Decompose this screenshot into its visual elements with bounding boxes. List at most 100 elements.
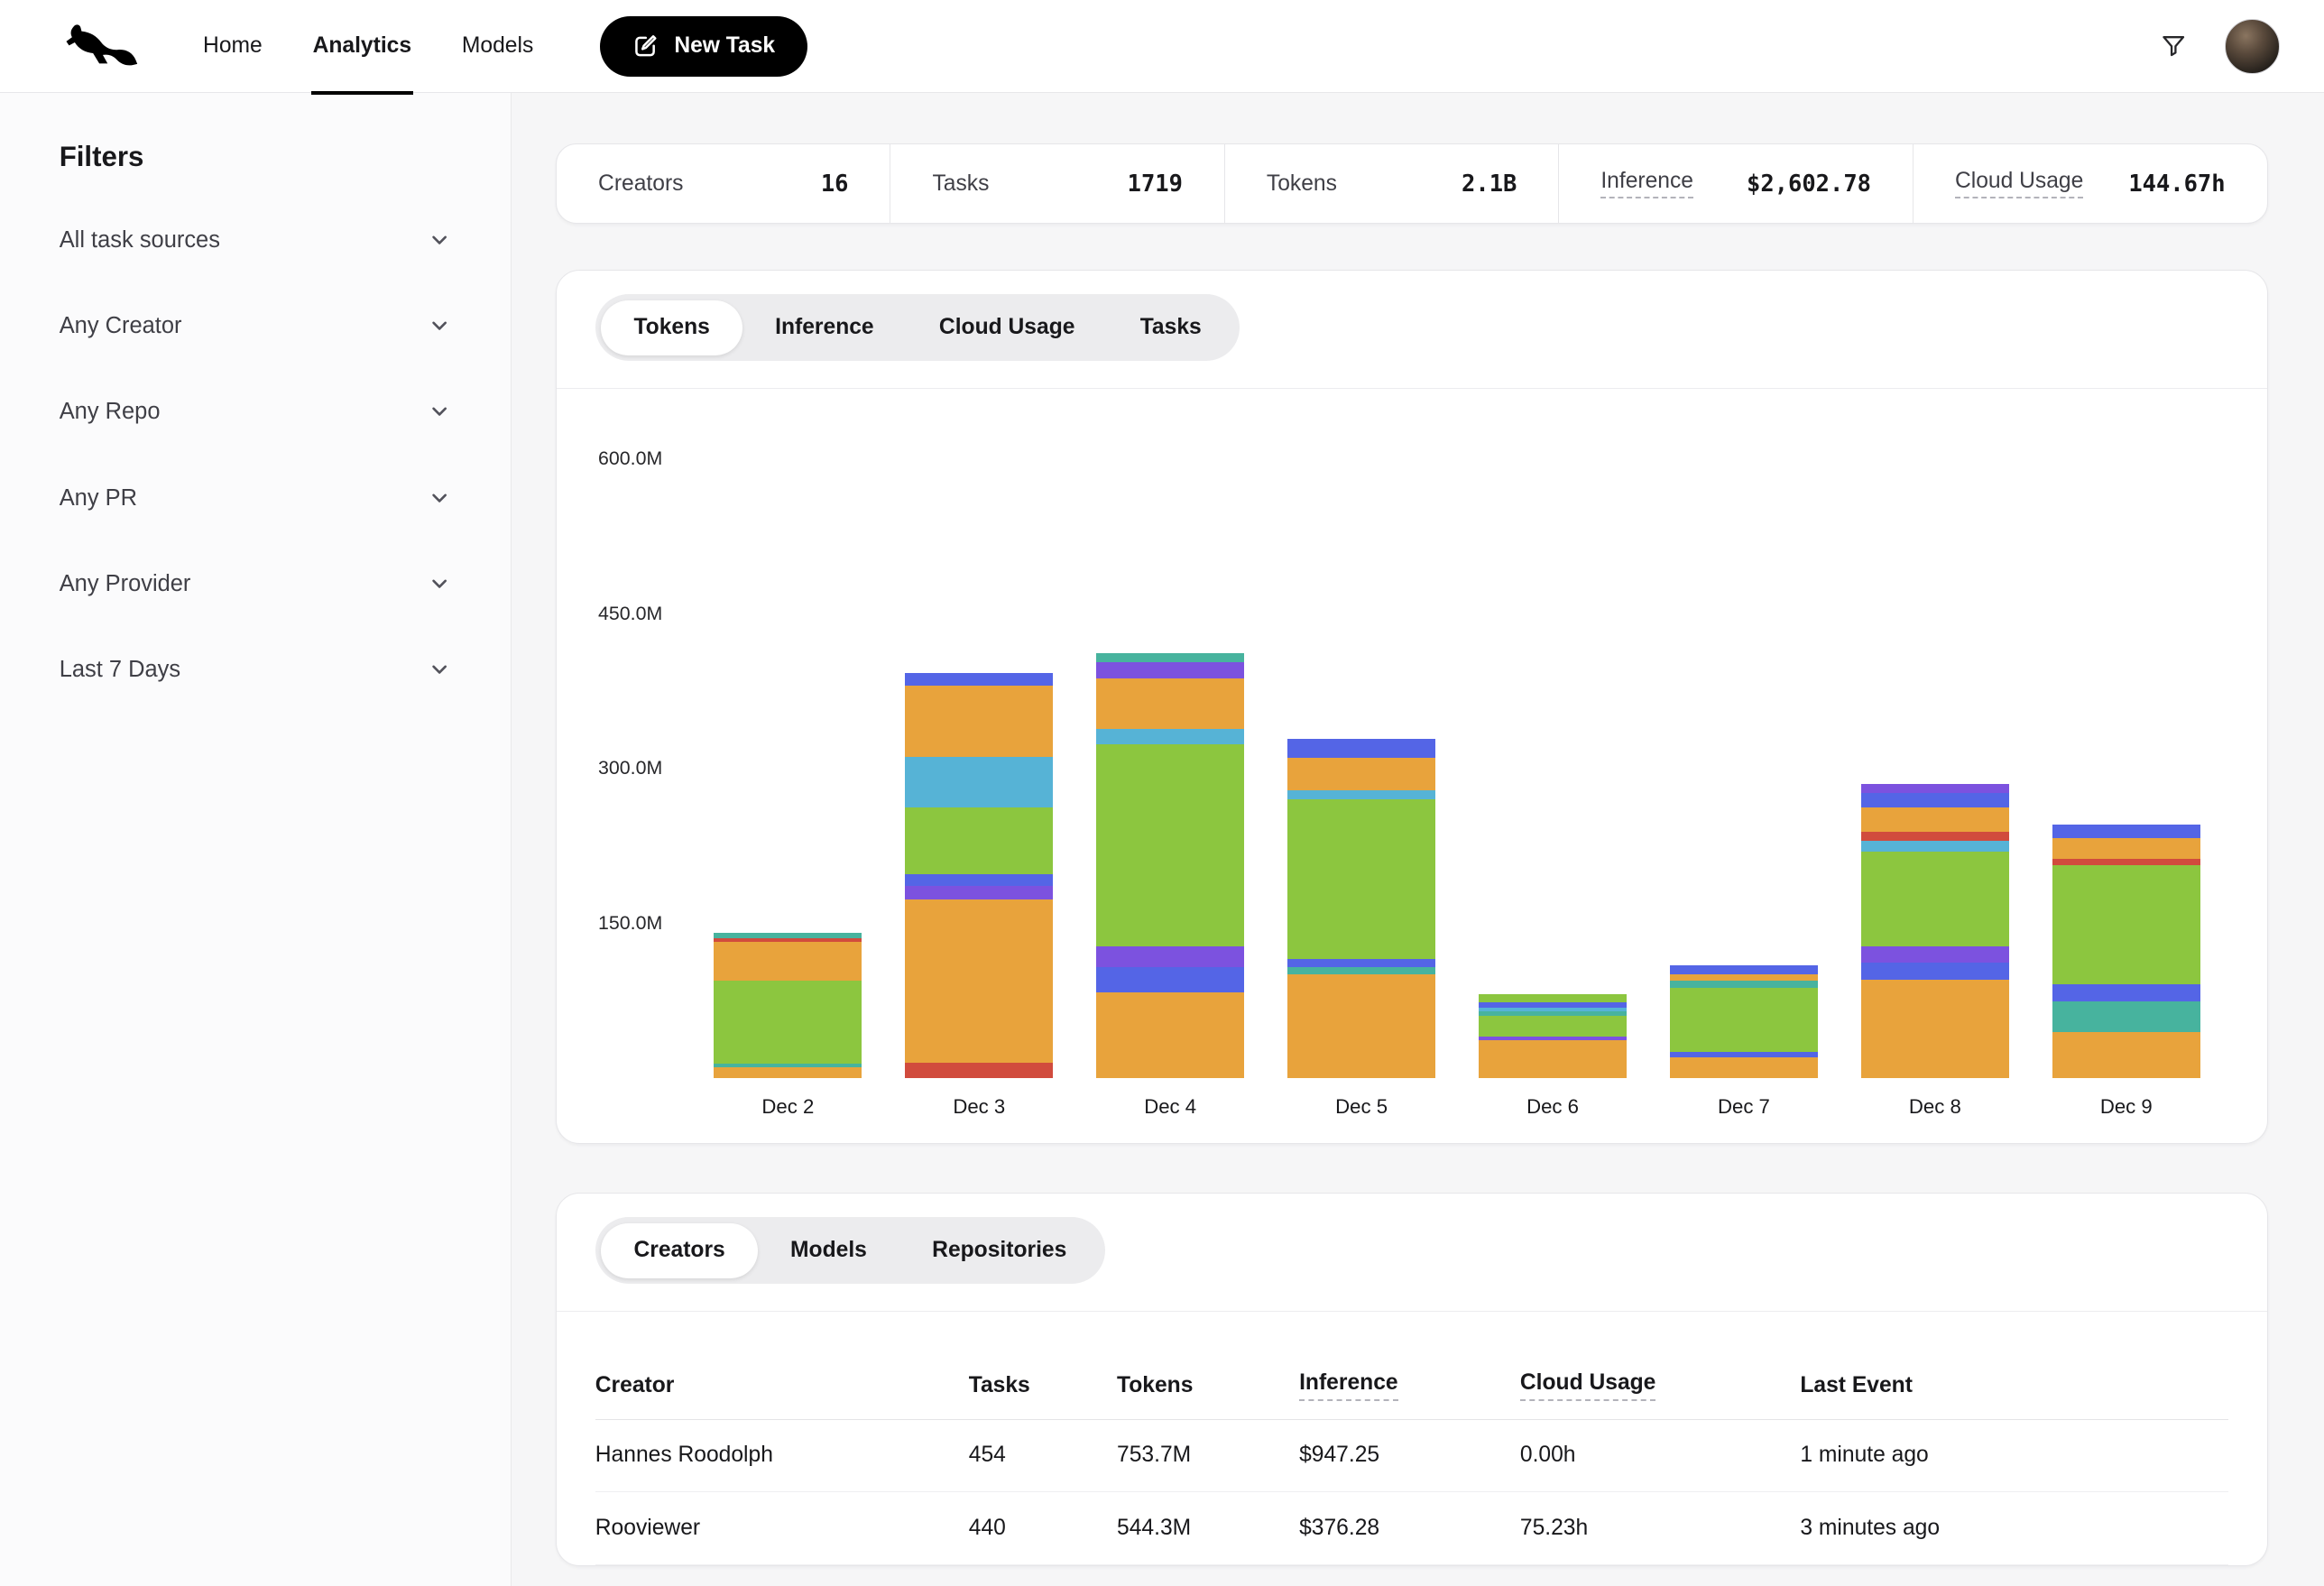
column-header-inference[interactable]: Inference	[1299, 1370, 1520, 1400]
creators-table: CreatorTasksTokensInferenceCloud UsageLa…	[557, 1312, 2267, 1565]
nav-item-models[interactable]: Models	[437, 0, 558, 93]
stat-inference: Inference $2,602.78	[1558, 144, 1913, 223]
chart-tab-inference[interactable]: Inference	[742, 300, 907, 355]
cell-cloud-usage: 75.23h	[1520, 1516, 1800, 1541]
stat-label: Creators	[598, 171, 683, 197]
bar-dec-4	[1096, 653, 1244, 1078]
bar-segment-green	[1861, 852, 2009, 946]
summary-stats-bar: Creators16Tasks1719Tokens2.1B Inference $2…	[556, 143, 2268, 224]
bar-segment-green	[905, 807, 1053, 874]
filter-label: Any Provider	[60, 567, 191, 600]
chart-tab-cloud-usage[interactable]: Cloud Usage	[907, 300, 1108, 355]
breakdown-tab-models[interactable]: Models	[758, 1223, 899, 1278]
bar-segment-green	[2052, 865, 2200, 984]
header-right	[2158, 19, 2280, 74]
bar-segment-green	[1670, 988, 1818, 1052]
bar-segment-green	[714, 981, 862, 1064]
bar-segment-orange	[1861, 807, 2009, 832]
bar-segment-orange	[1096, 992, 1244, 1078]
stat-tokens: Tokens2.1B	[1224, 144, 1558, 223]
chart-tab-tokens[interactable]: Tokens	[601, 300, 742, 355]
filter-any-creator[interactable]: Any Creator	[60, 283, 451, 369]
stat-label[interactable]: Inference	[1600, 169, 1693, 198]
bar-segment-green	[1096, 744, 1244, 946]
bar-segment-purple	[1096, 662, 1244, 678]
filters-title: Filters	[60, 141, 451, 173]
bar-segment-orange	[905, 686, 1053, 757]
filter-any-provider[interactable]: Any Provider	[60, 540, 451, 626]
bar-dec-3	[905, 673, 1053, 1078]
pencil-square-icon	[632, 32, 659, 60]
chevron-down-icon	[428, 572, 451, 595]
breakdown-tab-repositories[interactable]: Repositories	[899, 1223, 1099, 1278]
funnel-icon[interactable]	[2158, 31, 2189, 61]
table-tabs-row: CreatorsModelsRepositories	[557, 1194, 2267, 1312]
bar-segment-blue	[2052, 984, 2200, 1001]
bar-segment-sky	[1096, 729, 1244, 744]
x-axis-label: Dec 5	[1287, 1095, 1435, 1119]
bar-segment-green	[1479, 1016, 1627, 1037]
x-axis-label: Dec 7	[1670, 1095, 1818, 1119]
filter-last-7-days[interactable]: Last 7 Days	[60, 627, 451, 713]
bar-segment-orange	[1670, 1057, 1818, 1078]
cell-inference: $947.25	[1299, 1443, 1520, 1468]
stat-value: $2,602.78	[1747, 171, 1871, 198]
column-header-tokens: Tokens	[1117, 1373, 1299, 1398]
bar-dec-8	[1861, 784, 2009, 1078]
bar-segment-purple	[1096, 946, 1244, 967]
x-axis-label: Dec 4	[1096, 1095, 1244, 1119]
filter-label: Last 7 Days	[60, 653, 180, 686]
bar-dec-5	[1287, 739, 1435, 1078]
bar-segment-red	[2052, 859, 2200, 865]
column-header-last-event: Last Event	[1800, 1373, 2228, 1398]
filter-any-repo[interactable]: Any Repo	[60, 369, 451, 455]
chart-tabs-row: TokensInferenceCloud UsageTasks	[557, 271, 2267, 389]
bar-segment-blue	[1287, 739, 1435, 758]
filter-label: All task sources	[60, 224, 220, 256]
new-task-label: New Task	[674, 33, 775, 59]
bar-segment-red	[1861, 832, 2009, 840]
main-content: Creators16Tasks1719Tokens2.1BInference$2…	[512, 93, 2324, 1585]
user-avatar[interactable]	[2225, 19, 2280, 74]
bar-dec-7	[1670, 965, 1818, 1078]
stat-tasks: Tasks1719	[890, 144, 1223, 223]
kangaroo-logo-icon[interactable]	[60, 21, 140, 71]
filters-sidebar: Filters All task sources Any CreatorAny R…	[0, 93, 512, 1585]
table-row[interactable]: Rooviewer440544.3M$376.2875.23h3 minutes…	[595, 1492, 2228, 1564]
breakdown-tab-creators[interactable]: Creators	[601, 1223, 758, 1278]
x-axis-label: Dec 8	[1861, 1095, 2009, 1119]
y-axis-tick: 450.0M	[598, 602, 687, 625]
stat-value: 144.67h	[2128, 171, 2225, 198]
cell-last-event: 1 minute ago	[1800, 1443, 2228, 1468]
cell-tasks: 440	[969, 1516, 1117, 1541]
y-axis-tick: 300.0M	[598, 756, 687, 779]
bar-segment-orange	[1287, 758, 1435, 791]
bar-segment-orange	[714, 942, 862, 982]
tokens-chart: 600.0M450.0M300.0M150.0M Dec 2Dec 3Dec 4…	[557, 389, 2267, 1143]
chart-tab-tasks[interactable]: Tasks	[1108, 300, 1234, 355]
chevron-down-icon	[428, 400, 451, 423]
stat-creators: Creators16	[557, 144, 890, 223]
bar-segment-blue	[1287, 959, 1435, 967]
x-axis-label: Dec 6	[1479, 1095, 1627, 1119]
filter-all-task-sources[interactable]: All task sources	[60, 197, 451, 282]
stat-label[interactable]: Cloud Usage	[1955, 169, 2083, 198]
bar-segment-teal	[1287, 967, 1435, 974]
bar-segment-green	[1479, 994, 1627, 1002]
stat-value: 2.1B	[1462, 171, 1517, 198]
bar-segment-orange	[1861, 980, 2009, 1078]
new-task-button[interactable]: New Task	[600, 16, 807, 77]
nav-item-home[interactable]: Home	[178, 0, 288, 93]
bar-segment-sky	[1287, 790, 1435, 798]
bar-segment-orange	[1670, 974, 1818, 981]
column-header-cloud-usage[interactable]: Cloud Usage	[1520, 1370, 1800, 1400]
chevron-down-icon	[428, 314, 451, 337]
bar-segment-orange	[1096, 678, 1244, 729]
bar-segment-blue	[1096, 967, 1244, 991]
table-row[interactable]: Hannes Roodolph454753.7M$947.250.00h1 mi…	[595, 1420, 2228, 1492]
filter-any-pr[interactable]: Any PR	[60, 455, 451, 540]
cell-tasks: 454	[969, 1443, 1117, 1468]
nav-item-analytics[interactable]: Analytics	[288, 0, 437, 93]
bar-segment-purple	[1861, 946, 2009, 962]
cell-last-event: 3 minutes ago	[1800, 1516, 2228, 1541]
